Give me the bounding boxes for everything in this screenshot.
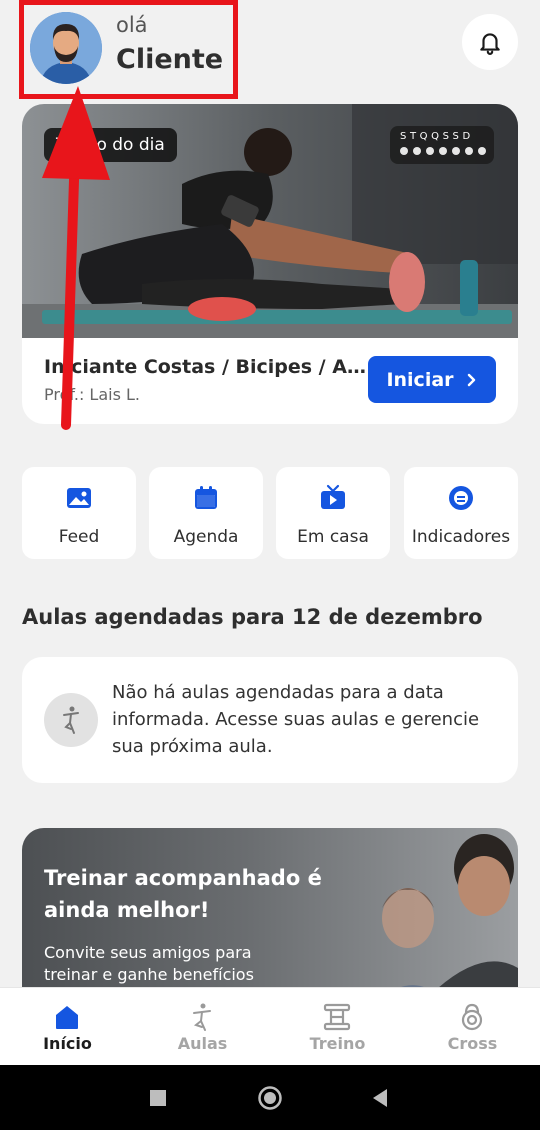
- nav-label: Cross: [447, 1034, 498, 1053]
- week-days-indicator: STQQSSD: [390, 126, 494, 164]
- calendar-icon: [195, 486, 217, 509]
- quick-action-label: Feed: [58, 527, 100, 547]
- home-circle-icon[interactable]: [257, 1085, 283, 1111]
- week-days-letters: STQQSSD: [400, 131, 474, 142]
- no-classes-card: Não há aulas agendadas para a data infor…: [22, 657, 518, 783]
- promo-subtitle: Convite seus amigos para treinar e ganhe…: [44, 943, 254, 984]
- workout-hero-image: Treino do dia STQQSSD: [22, 104, 518, 338]
- yoga-pose-icon: [193, 1003, 211, 1031]
- tv-play-icon: [321, 484, 345, 509]
- dumbbell-icon: [323, 1003, 351, 1031]
- workout-day-badge: Treino do dia: [44, 128, 177, 162]
- notifications-button[interactable]: [462, 14, 518, 70]
- kettlebell-icon: [461, 1003, 483, 1031]
- classes-section-title: Aulas agendadas para 12 de dezembro: [22, 605, 483, 629]
- workout-professor: Prof.: Lais L.: [44, 385, 140, 404]
- start-workout-button[interactable]: Iniciar: [368, 356, 496, 403]
- nav-item-inicio[interactable]: Início: [0, 988, 135, 1066]
- quick-action-label: Indicadores: [411, 527, 511, 547]
- yoga-pose-icon: [44, 693, 98, 747]
- home-icon: [56, 1006, 78, 1029]
- no-classes-message: Não há aulas agendadas para a data infor…: [112, 682, 480, 757]
- quick-action-agenda[interactable]: Agenda: [149, 467, 263, 559]
- nav-item-treino[interactable]: Treino: [270, 988, 405, 1066]
- gauge-icon: [449, 486, 473, 510]
- quick-action-feed[interactable]: Feed: [22, 467, 136, 559]
- week-days-dots: [400, 147, 486, 155]
- nav-item-aulas[interactable]: Aulas: [135, 988, 270, 1066]
- bottom-navigation: Início Aulas Treino Cross: [0, 987, 540, 1065]
- quick-action-em-casa[interactable]: Em casa: [276, 467, 390, 559]
- nav-label: Aulas: [177, 1034, 228, 1053]
- nav-label: Início: [43, 1034, 92, 1053]
- promo-title: Treinar acompanhado é ainda melhor!: [44, 866, 322, 922]
- chevron-right-icon: [467, 373, 475, 386]
- nav-item-cross[interactable]: Cross: [405, 988, 540, 1066]
- header: olá Cliente: [0, 0, 540, 100]
- quick-action-indicadores[interactable]: Indicadores: [404, 467, 518, 559]
- back-icon[interactable]: [367, 1085, 393, 1111]
- bell-icon: [480, 33, 500, 55]
- workout-title: Iniciante Costas / Bicipes / An...: [44, 356, 374, 378]
- image-icon: [67, 488, 91, 508]
- quick-action-label: Em casa: [297, 527, 369, 547]
- nav-label: Treino: [309, 1034, 366, 1053]
- quick-actions: Feed Agenda Em casa Indicadores: [22, 467, 518, 559]
- annotation-highlight-box: [19, 0, 238, 99]
- start-workout-label: Iniciar: [386, 368, 454, 391]
- workout-of-day-card[interactable]: Treino do dia STQQSSD Iniciante Costas /…: [22, 104, 518, 424]
- system-navigation-bar: [0, 1065, 540, 1130]
- recents-icon[interactable]: [145, 1085, 171, 1111]
- quick-action-label: Agenda: [173, 527, 239, 547]
